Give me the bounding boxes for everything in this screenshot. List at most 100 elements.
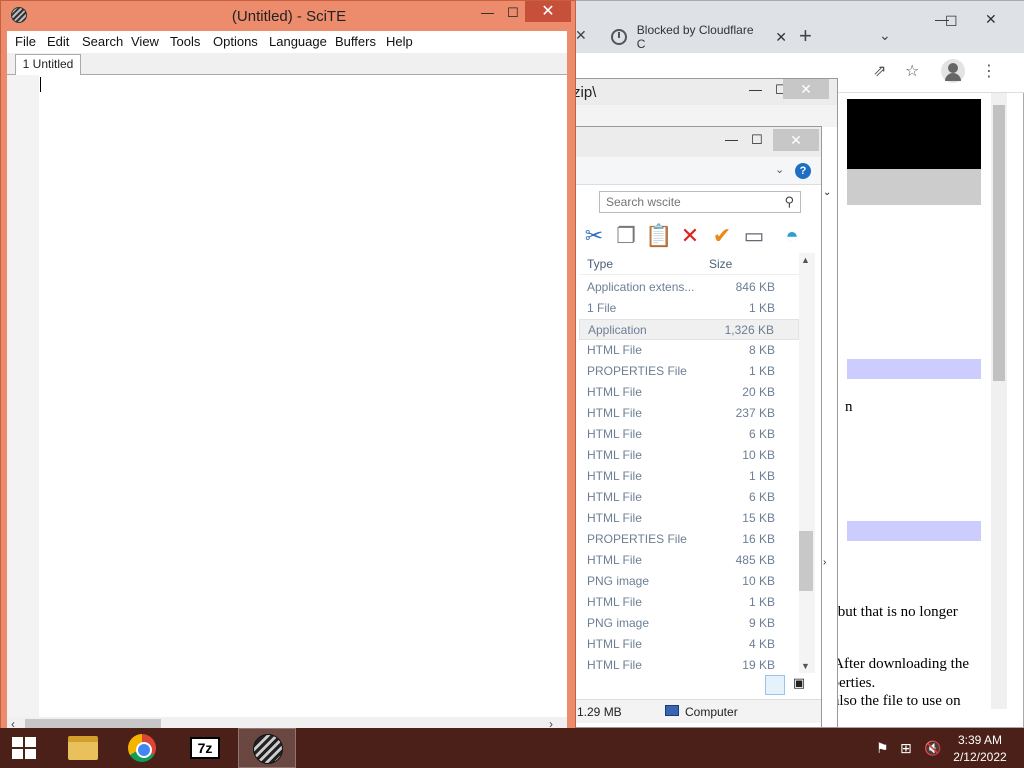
close-button[interactable]: ✕: [773, 129, 819, 151]
maximize-icon[interactable]: ☐: [751, 132, 763, 148]
star-icon[interactable]: ☆: [905, 61, 919, 81]
close-button[interactable]: ✕: [783, 79, 829, 99]
file-row[interactable]: HTML File 1 KB: [579, 592, 799, 613]
file-row[interactable]: 1 File 1 KB: [579, 298, 799, 319]
chevron-right-icon[interactable]: ›: [823, 557, 826, 568]
file-type: PNG image: [587, 574, 650, 588]
cut-icon[interactable]: ✂: [581, 223, 607, 249]
column-size[interactable]: Size: [709, 257, 732, 271]
file-size: 4 KB: [748, 637, 775, 651]
file-row[interactable]: HTML File 6 KB: [579, 487, 799, 508]
rename-icon[interactable]: ▭: [741, 223, 767, 249]
search-input[interactable]: [606, 195, 776, 209]
scite-window[interactable]: (Untitled) - SciTE — ☐ ✕ File Edit Searc…: [0, 0, 576, 742]
shell-icon[interactable]: ◓: [779, 223, 805, 249]
menu-buffers[interactable]: Buffers: [335, 34, 376, 49]
close-icon[interactable]: ✕: [985, 11, 997, 28]
menu-edit[interactable]: Edit: [47, 34, 69, 49]
network-icon[interactable]: ⊞: [900, 740, 912, 757]
menu-file[interactable]: File: [15, 34, 36, 49]
paste-icon[interactable]: 📋: [645, 223, 672, 249]
column-type[interactable]: Type: [587, 257, 613, 271]
file-size: 10 KB: [742, 448, 775, 462]
tab-untitled[interactable]: 1 Untitled: [15, 54, 81, 76]
explorer-scrollbar[interactable]: [799, 253, 815, 673]
minimize-icon[interactable]: —: [749, 82, 762, 97]
file-size: 1 KB: [748, 469, 775, 483]
file-type: PNG image: [587, 616, 650, 630]
file-row[interactable]: Application 1,326 KB: [579, 319, 799, 340]
file-size: 237 KB: [735, 406, 775, 420]
scroll-down-icon[interactable]: ▼: [801, 661, 810, 671]
editor-area[interactable]: [7, 75, 567, 717]
maximize-icon[interactable]: ☐: [507, 5, 519, 21]
file-row[interactable]: PROPERTIES File 1 KB: [579, 361, 799, 382]
explorer-scrollbar-thumb[interactable]: [799, 531, 813, 591]
profile-avatar[interactable]: [941, 59, 965, 83]
minimize-icon[interactable]: —: [725, 132, 738, 147]
new-tab-icon[interactable]: +: [799, 23, 812, 49]
chevron-down-icon[interactable]: ⌄: [823, 187, 831, 198]
menu-options[interactable]: Options: [213, 34, 258, 49]
chrome-tab-cloudflare[interactable]: Blocked by Cloudflare C ✕: [597, 21, 787, 53]
menu-view[interactable]: View: [131, 34, 159, 49]
menu-help[interactable]: Help: [386, 34, 413, 49]
file-row[interactable]: HTML File 10 KB: [579, 445, 799, 466]
search-icon[interactable]: ⚲: [784, 194, 794, 210]
file-size: 1,326 KB: [724, 323, 774, 337]
file-row[interactable]: HTML File 485 KB: [579, 550, 799, 571]
large-icons-view-icon[interactable]: ▣: [789, 675, 809, 695]
file-type: HTML File: [587, 427, 642, 441]
flag-icon[interactable]: ⚑: [876, 740, 889, 757]
taskbar-chrome[interactable]: [114, 728, 172, 768]
file-type: PROPERTIES File: [587, 532, 687, 546]
taskbar-7zip[interactable]: 7z: [176, 728, 234, 768]
delete-icon[interactable]: ✕: [677, 223, 703, 249]
scroll-up-icon[interactable]: ▲: [801, 255, 810, 265]
file-size: 20 KB: [742, 385, 775, 399]
menu-search[interactable]: Search: [82, 34, 123, 49]
volume-muted-icon[interactable]: 🔇: [924, 740, 941, 757]
minimize-icon[interactable]: —: [481, 5, 494, 20]
taskbar-scite[interactable]: [238, 728, 296, 768]
file-row[interactable]: HTML File 20 KB: [579, 382, 799, 403]
7zip-icon: 7z: [190, 737, 220, 759]
details-view-icon[interactable]: [765, 675, 785, 695]
clock[interactable]: 3:39 AM 2/12/2022: [950, 732, 1010, 766]
chevron-down-icon[interactable]: ⌄: [879, 27, 891, 44]
close-button[interactable]: ✕: [525, 1, 571, 22]
file-size: 6 KB: [748, 427, 775, 441]
close-tab-icon[interactable]: ✕: [775, 29, 787, 46]
file-row[interactable]: PROPERTIES File 16 KB: [579, 529, 799, 550]
file-size: 16 KB: [742, 532, 775, 546]
file-row[interactable]: HTML File 19 KB: [579, 655, 799, 676]
more-menu-icon[interactable]: ⋮: [981, 61, 997, 81]
file-row[interactable]: Application extens... 846 KB: [579, 277, 799, 298]
chrome-scrollbar-thumb[interactable]: [993, 105, 1005, 381]
help-icon[interactable]: ?: [795, 163, 811, 179]
file-list: Application extens... 846 KB 1 File 1 KB App…: [579, 277, 799, 676]
menu-language[interactable]: Language: [269, 34, 327, 49]
file-type: HTML File: [587, 553, 642, 567]
menu-bar: File Edit Search View Tools Options Lang…: [7, 31, 567, 53]
share-icon[interactable]: ⇗: [873, 61, 886, 81]
file-row[interactable]: PNG image 9 KB: [579, 613, 799, 634]
file-row[interactable]: HTML File 1 KB: [579, 466, 799, 487]
file-row[interactable]: HTML File 6 KB: [579, 424, 799, 445]
file-row[interactable]: HTML File 237 KB: [579, 403, 799, 424]
menu-tools[interactable]: Tools: [170, 34, 200, 49]
file-row[interactable]: HTML File 4 KB: [579, 634, 799, 655]
file-row[interactable]: HTML File 15 KB: [579, 508, 799, 529]
explorer-window[interactable]: — ☐ ✕ ⌄ ? ⚲ ✂ ❐ 📋 ✕ ✔ ▭ ◓ Type Size Appl…: [560, 126, 822, 728]
copy-icon[interactable]: ❐: [613, 223, 639, 249]
check-icon[interactable]: ✔: [709, 223, 735, 249]
file-row[interactable]: HTML File 8 KB: [579, 340, 799, 361]
file-size: 1 KB: [748, 364, 775, 378]
file-row[interactable]: PNG image 10 KB: [579, 571, 799, 592]
search-box[interactable]: ⚲: [599, 191, 801, 213]
maximize-icon[interactable]: ☐: [945, 13, 958, 30]
taskbar-file-explorer[interactable]: [52, 728, 110, 768]
chevron-down-icon[interactable]: ⌄: [775, 163, 784, 176]
black-banner: [847, 99, 981, 169]
start-button[interactable]: [0, 728, 48, 768]
